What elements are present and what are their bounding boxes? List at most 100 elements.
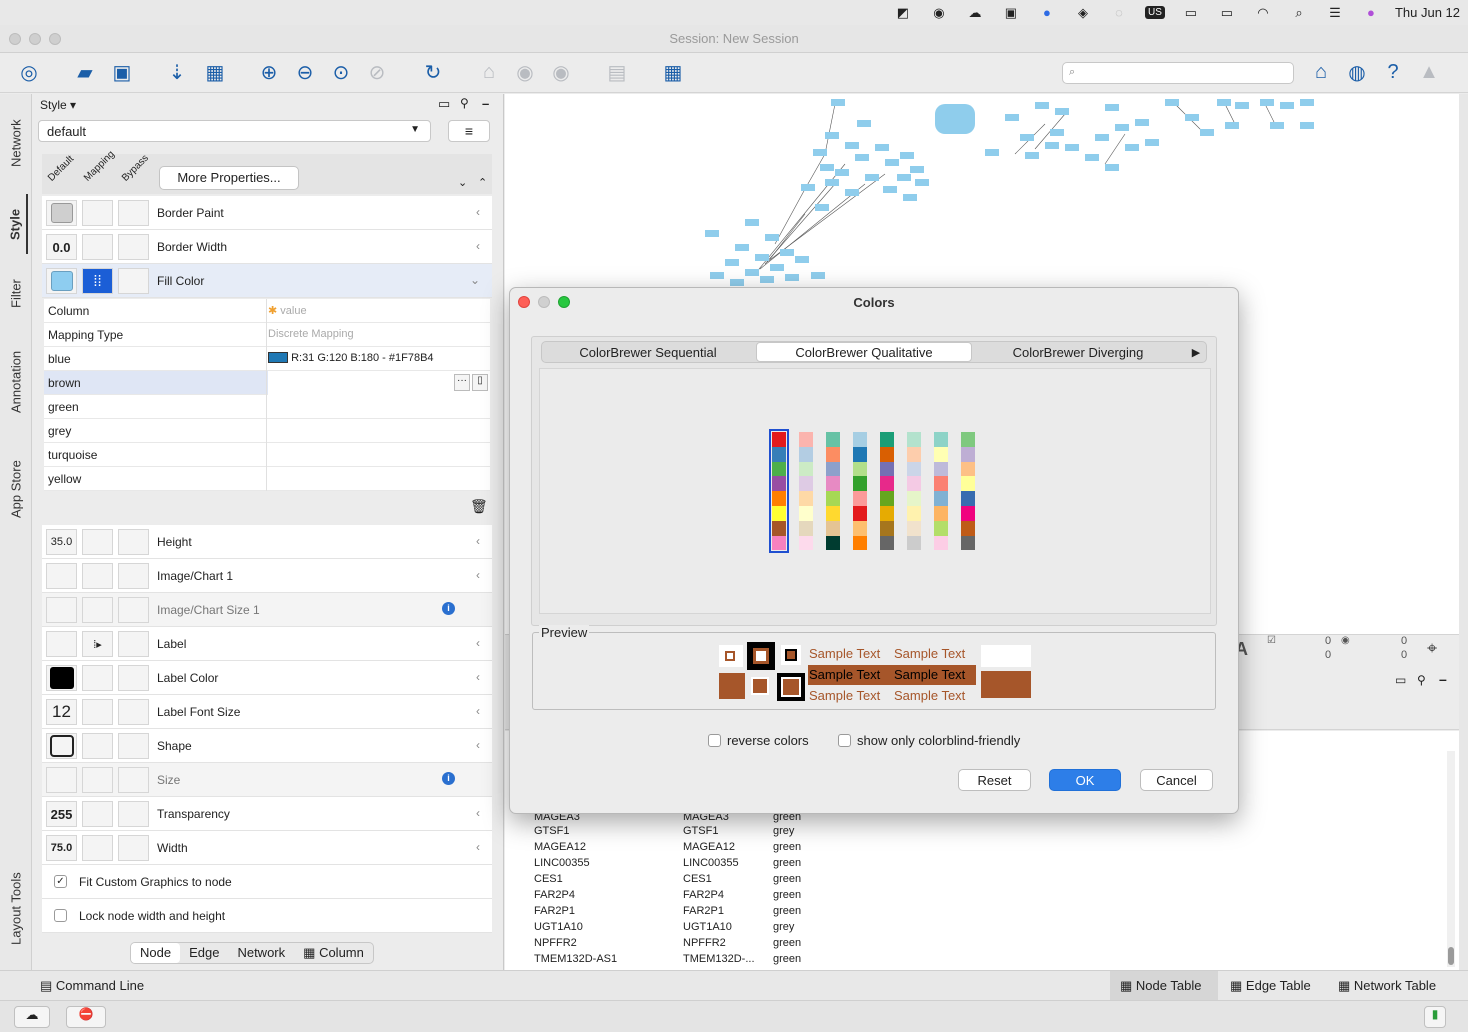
palette-column[interactable] — [961, 432, 975, 551]
default-cell[interactable]: 75.0 — [46, 835, 77, 861]
mapping-cell[interactable] — [82, 733, 113, 759]
prop-row-label[interactable]: ⁞▸ Label ‹ — [42, 627, 492, 661]
mapping-entry-turquoise[interactable]: turquoise — [44, 443, 490, 467]
mapping-cell[interactable] — [82, 699, 113, 725]
spiral-icon[interactable]: ◌ — [1101, 0, 1137, 25]
cytoscape-logo-icon[interactable]: ◎ — [14, 57, 44, 87]
globe-icon[interactable]: ◍ — [1342, 57, 1372, 87]
default-cell[interactable]: 0.0 — [46, 234, 77, 260]
zoom-in-icon[interactable]: ⊕ — [254, 57, 284, 87]
default-cell[interactable] — [46, 733, 77, 759]
home-icon[interactable]: ⌂ — [1306, 57, 1336, 87]
bypass-cell[interactable] — [118, 767, 149, 793]
cloud-icon[interactable]: ☁ — [957, 0, 993, 25]
table-row[interactable]: FAR2P4 FAR2P4 green — [505, 887, 1459, 903]
bypass-cell[interactable] — [118, 665, 149, 691]
prop-row-border-width[interactable]: 0.0 Border Width ‹ — [42, 230, 492, 264]
prop-row-size[interactable]: Size i — [42, 763, 492, 797]
table-view-icon[interactable]: ▦ — [658, 57, 688, 87]
bypass-cell[interactable] — [118, 835, 149, 861]
mapping-entry-blue[interactable]: blue R:31 G:120 B:180 - #1F78B4 — [44, 347, 490, 371]
show-all-icon[interactable]: ⌂ — [474, 57, 504, 87]
table-scrollbar[interactable] — [1447, 751, 1455, 967]
tab-colorbrewer-qualitative[interactable]: ColorBrewer Qualitative — [756, 342, 972, 362]
mapping-cell[interactable]: ⁞⁞ — [82, 268, 113, 294]
bypass-cell[interactable] — [118, 563, 149, 589]
wifi-icon[interactable]: ◠ — [1245, 0, 1281, 25]
memory-status-icon[interactable]: ▮ — [1424, 1006, 1446, 1028]
palette-column[interactable] — [853, 432, 867, 551]
prop-row-fill-color[interactable]: ⁞⁞ Fill Color ⌄ — [42, 264, 492, 298]
style-panel-header[interactable]: Style ▾ — [40, 98, 76, 112]
table-row[interactable]: MAGEA12 MAGEA12 green — [505, 839, 1459, 855]
menubar-clock[interactable]: Thu Jun 12 — [1389, 0, 1460, 25]
office-icon[interactable]: ▣ — [993, 0, 1029, 25]
default-cell[interactable] — [46, 563, 77, 589]
palette-column[interactable] — [826, 432, 840, 551]
default-cell[interactable] — [46, 597, 77, 623]
default-cell[interactable]: 255 — [46, 801, 77, 827]
prop-row-label-color[interactable]: Label Color ‹ — [42, 661, 492, 695]
prop-row-image-chart-1[interactable]: Image/Chart 1 ‹ — [42, 559, 492, 593]
mapping-entry-grey[interactable]: grey — [44, 419, 490, 443]
default-cell[interactable] — [46, 767, 77, 793]
mapping-cell[interactable] — [82, 835, 113, 861]
bypass-cell[interactable] — [118, 801, 149, 827]
mapping-column-value[interactable]: ✱ value — [268, 304, 307, 317]
tab-edge-table[interactable]: ▦ Edge Table — [1230, 978, 1311, 994]
collapse-all-icon[interactable]: ⌄ — [458, 176, 467, 189]
table-row[interactable]: GTSF1 GTSF1 grey — [505, 823, 1459, 839]
tab-layout-tools[interactable]: Layout Tools — [4, 854, 28, 964]
input-source-badge[interactable]: US — [1137, 0, 1173, 25]
prop-row-shape[interactable]: Shape ‹ — [42, 729, 492, 763]
palette-column[interactable] — [907, 432, 921, 551]
table-row[interactable]: UGT1A10 UGT1A10 grey — [505, 919, 1459, 935]
default-cell[interactable] — [46, 665, 77, 691]
mapping-cell[interactable] — [82, 200, 113, 226]
tab-network-style[interactable]: Network — [228, 943, 294, 963]
drive-icon[interactable]: ◩ — [885, 0, 921, 25]
tabs-scroll-right-icon[interactable]: ▶ — [1186, 342, 1206, 362]
palette-column[interactable] — [934, 432, 948, 551]
default-cell[interactable]: 12 — [46, 699, 77, 725]
colorblind-checkbox[interactable] — [838, 734, 851, 747]
hide-selected-icon[interactable]: ◉ — [510, 57, 540, 87]
command-line-button[interactable]: ▤ Command Line — [40, 978, 144, 994]
cancel-button[interactable]: Cancel — [1140, 769, 1213, 791]
save-session-icon[interactable]: ▣ — [107, 57, 137, 87]
pin-icon[interactable]: ⚲ — [460, 96, 469, 110]
prop-row-image-chart-size-1[interactable]: Image/Chart Size 1 i — [42, 593, 492, 627]
control-center-icon[interactable]: ☰ — [1317, 0, 1353, 25]
style-options-button[interactable]: ≡ — [448, 120, 490, 142]
siri-icon[interactable]: ● — [1353, 0, 1389, 25]
tab-app-store[interactable]: App Store — [4, 444, 28, 534]
table-row[interactable]: LINC00355 LINC00355 green — [505, 855, 1459, 871]
search-input[interactable]: ⌕ — [1062, 62, 1294, 84]
mapping-cell[interactable] — [82, 234, 113, 260]
tab-node[interactable]: Node — [131, 943, 181, 963]
mapping-cell[interactable]: ⁞▸ — [82, 631, 113, 657]
prop-row-width[interactable]: 75.0 Width ‹ — [42, 831, 492, 865]
bed-icon[interactable]: ▭ — [1173, 0, 1209, 25]
import-table-icon[interactable]: ▦ — [200, 57, 230, 87]
tab-colorbrewer-diverging[interactable]: ColorBrewer Diverging — [974, 342, 1182, 362]
mapping-cell[interactable] — [82, 563, 113, 589]
default-cell[interactable]: 35.0 — [46, 529, 77, 555]
prop-row-border-paint[interactable]: Border Paint ‹ — [42, 196, 492, 230]
bypass-cell[interactable] — [118, 597, 149, 623]
mapping-cell[interactable] — [82, 767, 113, 793]
mapping-type-value[interactable]: Discrete Mapping — [268, 328, 354, 340]
tab-network-table[interactable]: ▦ Network Table — [1338, 978, 1436, 994]
new-network-from-selection-icon[interactable]: ▤ — [602, 57, 632, 87]
spotlight-search-icon[interactable]: ⌕ — [1281, 0, 1317, 25]
lock-size-checkbox[interactable] — [54, 909, 67, 922]
ok-button[interactable]: OK — [1049, 769, 1121, 791]
more-properties-button[interactable]: More Properties... — [159, 166, 299, 190]
mapping-entry-brown[interactable]: brown ··· ▯ — [44, 371, 490, 395]
style-select[interactable]: default ▼ — [38, 120, 431, 142]
zoom-selected-icon[interactable]: ⊘ — [362, 57, 392, 87]
expand-all-icon[interactable]: ⌃ — [478, 176, 487, 189]
mapping-value[interactable]: R:31 G:120 B:180 - #1F78B4 — [268, 352, 434, 364]
trash-icon[interactable]: ▯ — [472, 374, 488, 391]
sync-icon[interactable]: ◉ — [921, 0, 957, 25]
